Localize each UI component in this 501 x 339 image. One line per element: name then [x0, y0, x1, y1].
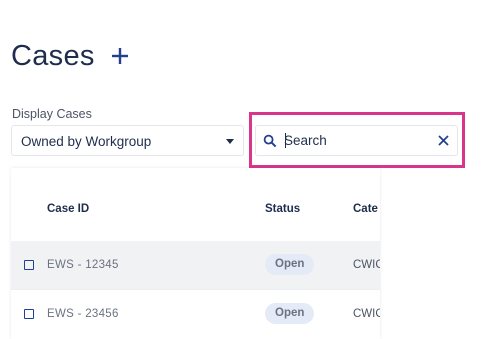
cases-table: Case ID Status Cate EWS - 12345 Open CWI…: [11, 168, 380, 339]
search-icon: [263, 134, 277, 148]
search-box[interactable]: [255, 125, 458, 156]
display-cases-label: Display Cases: [12, 107, 92, 121]
row-category: CWIC: [353, 308, 380, 320]
column-header-case-id[interactable]: Case ID: [47, 202, 89, 216]
status-badge: Open: [265, 303, 315, 324]
status-badge: Open: [265, 254, 315, 275]
display-cases-selected: Owned by Workgroup: [21, 134, 152, 149]
column-header-status[interactable]: Status: [265, 202, 300, 216]
table-row[interactable]: EWS - 12345 Open CWIC: [11, 241, 380, 289]
search-input[interactable]: [284, 131, 434, 150]
row-case-id[interactable]: EWS - 23456: [47, 307, 119, 321]
chevron-down-icon: [226, 139, 234, 144]
row-category: CWIC: [353, 259, 380, 271]
row-checkbox[interactable]: [24, 309, 34, 319]
row-case-id[interactable]: EWS - 12345: [47, 258, 119, 272]
page-title: Cases: [11, 40, 95, 72]
text-cursor: [285, 133, 286, 148]
close-icon[interactable]: [436, 133, 451, 148]
add-case-button[interactable]: [108, 40, 132, 70]
table-row[interactable]: EWS - 23456 Open CWIC: [11, 289, 380, 337]
row-checkbox[interactable]: [24, 260, 34, 270]
display-cases-dropdown[interactable]: Owned by Workgroup: [11, 125, 244, 156]
table-header: Case ID Status Cate: [11, 168, 380, 241]
column-header-category[interactable]: Cate: [353, 202, 378, 216]
plus-icon: [112, 48, 128, 64]
